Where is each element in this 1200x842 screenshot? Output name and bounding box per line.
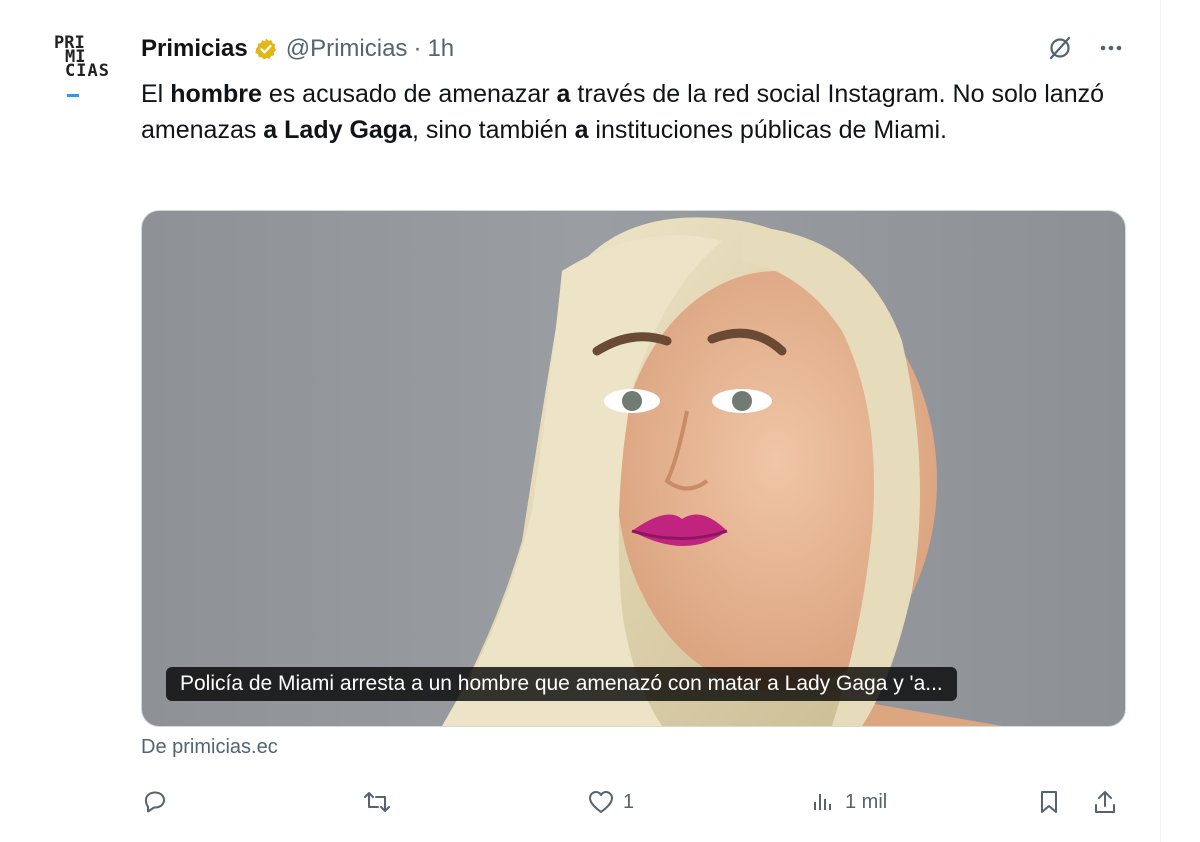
tweet-text-bold: hombre (170, 80, 262, 108)
bookmark-icon (1041, 791, 1057, 813)
retweet-button[interactable] (363, 788, 399, 816)
avatar-logo-underline (67, 94, 79, 97)
tweet-text-part: es acusado de amenazar (261, 80, 557, 108)
avatar-logo-text-3: CIAS (65, 61, 110, 81)
bookmark-button[interactable] (1035, 788, 1063, 816)
reply-icon (145, 791, 165, 813)
tweet-time[interactable]: 1h (427, 35, 454, 63)
card-image (442, 217, 1002, 726)
views-button[interactable]: 1 mil (809, 788, 887, 816)
link-card[interactable]: Policía de Miami arresta a un hombre que… (141, 210, 1126, 727)
tweet-text: El hombre es acusado de amenazar a travé… (141, 76, 1131, 148)
heart-icon (589, 791, 613, 813)
retweet-icon (364, 792, 390, 812)
tweet-text-bold: a Lady Gaga (263, 116, 412, 144)
tweet-actions: 1 1 mil (141, 788, 1131, 828)
avatar[interactable]: PRI MI CIAS (48, 30, 122, 106)
views-count: 1 mil (845, 790, 888, 813)
tweet-text-part: El (141, 80, 171, 108)
reply-button[interactable] (141, 788, 177, 816)
tweet-text-bold: a (556, 80, 571, 108)
tweet-top-icons (1046, 34, 1124, 62)
more-icon[interactable] (1098, 35, 1124, 61)
like-count: 1 (623, 790, 635, 813)
verified-badge-icon[interactable] (254, 37, 278, 61)
tweet-header: Primicias @Primicias · 1h (141, 34, 454, 64)
author-name[interactable]: Primicias (141, 35, 248, 63)
separator-dot: · (413, 35, 422, 62)
tweet[interactable]: PRI MI CIAS Primicias @Primicias · 1h El… (0, 0, 1161, 842)
author-handle[interactable]: @Primicias (286, 35, 408, 63)
share-button[interactable] (1091, 788, 1119, 816)
card-caption: Policía de Miami arresta a un hombre que… (166, 667, 957, 701)
tweet-text-bold: a (574, 116, 589, 144)
views-icon (814, 794, 831, 810)
tweet-text-part: instituciones públicas de Miami. (588, 116, 947, 144)
tweet-text-part: , sino también (411, 116, 575, 144)
grok-icon[interactable] (1046, 34, 1074, 62)
share-icon (1095, 791, 1115, 813)
like-button[interactable]: 1 (587, 788, 634, 816)
card-source[interactable]: De primicias.ec (141, 736, 278, 759)
